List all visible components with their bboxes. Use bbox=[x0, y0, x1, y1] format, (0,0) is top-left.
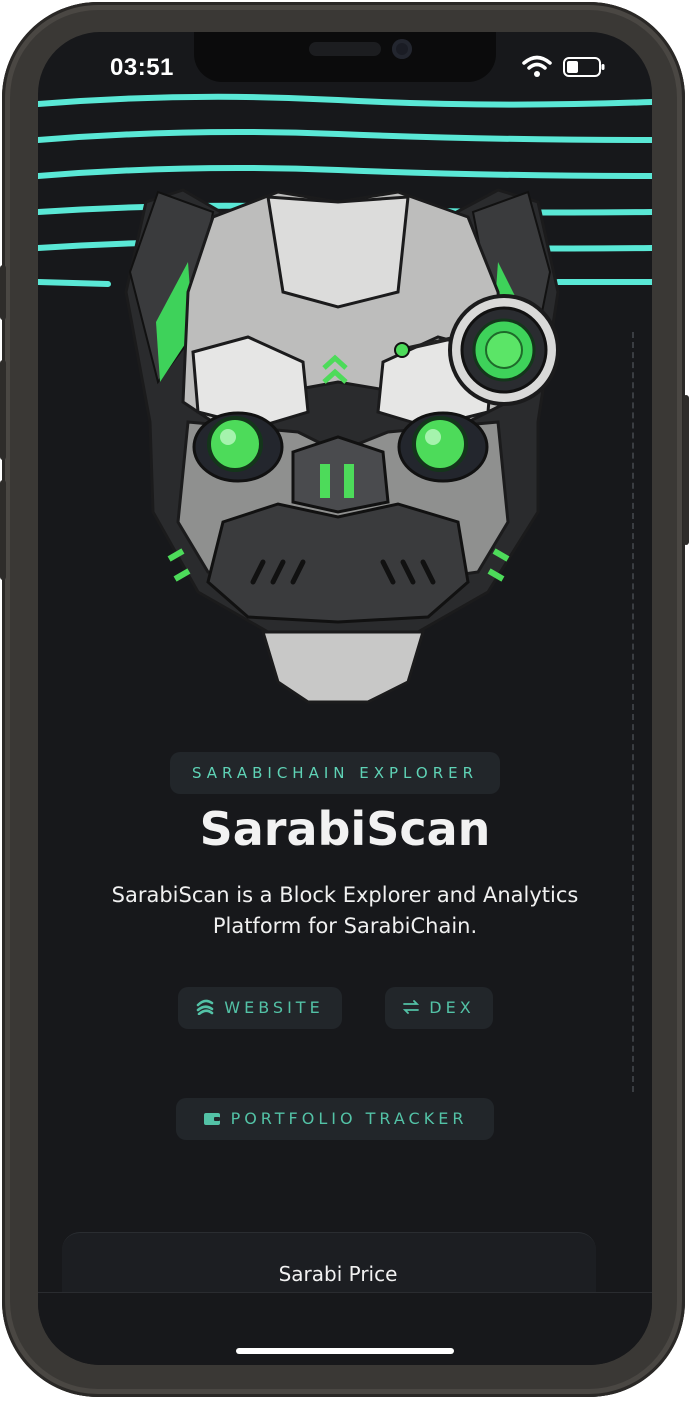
website-button[interactable]: WEBSITE bbox=[178, 987, 342, 1029]
explorer-badge: SARABICHAIN EXPLORER bbox=[170, 752, 500, 794]
wallet-icon bbox=[203, 1098, 221, 1140]
volume-up-button bbox=[0, 360, 6, 460]
portfolio-label: PORTFOLIO TRACKER bbox=[230, 1109, 468, 1128]
silent-switch bbox=[0, 265, 6, 320]
price-card-title: Sarabi Price bbox=[278, 1262, 398, 1286]
swap-arrows-icon bbox=[403, 987, 420, 1029]
status-time: 03:51 bbox=[110, 54, 174, 81]
volume-down-button bbox=[0, 480, 6, 580]
screen: 03:51 SARABICHAIN EXPLORER SarabiScan Sa… bbox=[38, 32, 652, 1365]
page-title: SarabiScan bbox=[199, 802, 491, 856]
dex-button[interactable]: DEX bbox=[385, 987, 493, 1029]
portfolio-tracker-button[interactable]: PORTFOLIO TRACKER bbox=[176, 1098, 494, 1140]
power-button bbox=[683, 395, 689, 545]
scroll-rail-decoration bbox=[632, 332, 634, 1092]
front-camera bbox=[392, 39, 412, 59]
wifi-icon bbox=[522, 55, 552, 77]
speaker-grille bbox=[309, 42, 381, 56]
home-indicator[interactable] bbox=[236, 1348, 454, 1354]
dex-label: DEX bbox=[429, 998, 475, 1017]
website-logo-icon bbox=[196, 987, 214, 1029]
website-label: WEBSITE bbox=[224, 998, 324, 1017]
notch bbox=[194, 32, 496, 82]
page-description: SarabiScan is a Block Explorer and Analy… bbox=[111, 883, 579, 938]
bottom-safe-area bbox=[38, 1292, 652, 1365]
hero-robot-bulldog-image bbox=[38, 93, 652, 704]
battery-icon bbox=[563, 57, 605, 77]
